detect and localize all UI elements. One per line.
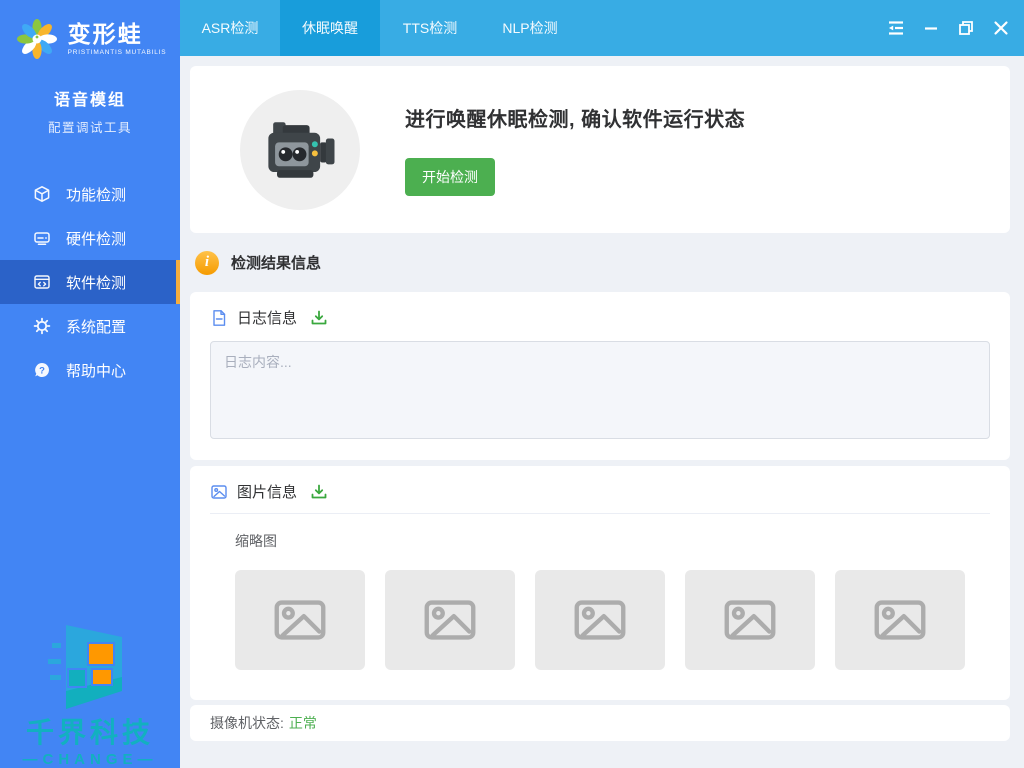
avatar [240,90,360,210]
tab-label: TTS检测 [403,18,457,38]
close-icon [992,19,1010,37]
tabs: ASR检测 休眠唤醒 TTS检测 NLP检测 [180,0,580,56]
log-content-textarea[interactable] [210,341,990,439]
image-placeholder-icon [719,589,781,651]
close-button[interactable] [991,18,1011,38]
result-section-header: i 检测结果信息 [190,233,1010,292]
sidebar-item-help-center[interactable]: ? 帮助中心 [0,348,180,392]
movie-camera-icon [254,104,346,196]
sidebar-item-label: 系统配置 [66,316,126,337]
module-name: 语音模组 [0,86,180,110]
thumbnail-label: 缩略图 [235,531,990,551]
camera-status-card: 摄像机状态: 正常 [190,705,1010,741]
maximize-restore-icon [957,19,975,37]
collapse-menu-icon [886,18,906,38]
company-watermark: 千界科技 —CHANGE— [0,621,180,768]
sidebar-item-label: 功能检测 [66,184,126,205]
info-icon: i [195,251,219,275]
maximize-button[interactable] [956,18,976,38]
gear-icon [33,317,51,335]
sidebar-item-label: 硬件检测 [66,228,126,249]
log-card-title: 日志信息 [237,307,297,328]
camera-status-label: 摄像机状态: [210,713,284,733]
module-title: 语音模组 配置调试工具 [0,86,180,136]
content: 进行唤醒休眠检测, 确认软件运行状态 开始检测 i 检测结果信息 [180,56,1024,768]
thumbnail-placeholder[interactable] [835,570,965,670]
hero-title: 进行唤醒休眠检测, 确认软件运行状态 [405,103,745,132]
collapse-menu-button[interactable] [886,18,906,38]
image-placeholder-icon [419,589,481,651]
thumbnail-placeholder[interactable] [535,570,665,670]
minimize-button[interactable] [921,18,941,38]
code-window-icon [33,273,51,291]
top-tab-bar: ASR检测 休眠唤醒 TTS检测 NLP检测 [180,0,1024,56]
flag-logo-icon [36,621,144,718]
module-subtitle: 配置调试工具 [0,117,180,136]
thumbnail-placeholder[interactable] [235,570,365,670]
hardware-icon [33,229,51,247]
tab-tts-check[interactable]: TTS检测 [380,0,480,56]
image-card-header: 图片信息 [210,481,990,502]
app-window: 变形蛙 PRISTIMANTIS MUTABILIS 语音模组 配置调试工具 功… [0,0,1024,768]
image-placeholder-icon [569,589,631,651]
frog-flower-logo-icon [14,16,60,62]
start-detection-button[interactable]: 开始检测 [405,158,495,196]
download-log-icon[interactable] [310,309,328,327]
tab-nlp-check[interactable]: NLP检测 [480,0,580,56]
tab-sleep-wake[interactable]: 休眠唤醒 [280,0,380,56]
brand-name: 变形蛙 [68,23,167,46]
sidebar-item-function-check[interactable]: 功能检测 [0,172,180,216]
hero-body: 进行唤醒休眠检测, 确认软件运行状态 开始检测 [405,103,745,196]
tab-label: 休眠唤醒 [302,18,358,38]
tab-label: NLP检测 [502,18,557,38]
thumbnail-row [235,570,990,670]
help-bubble-icon: ? [33,361,51,379]
log-card-header: 日志信息 [210,307,990,328]
image-placeholder-icon [269,589,331,651]
detection-hero-card: 进行唤醒休眠检测, 确认软件运行状态 开始检测 [190,66,1010,233]
section-title: 检测结果信息 [231,252,321,273]
watermark-subtitle: —CHANGE— [0,751,180,768]
download-images-icon[interactable] [310,483,328,501]
thumbnail-placeholder[interactable] [685,570,815,670]
svg-text:?: ? [39,365,45,376]
image-placeholder-icon [869,589,931,651]
camera-status-value: 正常 [289,713,317,733]
watermark-name: 千界科技 [0,718,180,749]
sidebar-item-label: 软件检测 [66,272,126,293]
image-info-card: 图片信息 缩略图 [190,466,1010,700]
main-area: ASR检测 休眠唤醒 TTS检测 NLP检测 [180,0,1024,768]
brand: 变形蛙 PRISTIMANTIS MUTABILIS [0,0,180,62]
picture-icon [210,483,228,501]
divider [210,513,990,514]
sidebar-item-system-config[interactable]: 系统配置 [0,304,180,348]
minimize-icon [922,19,940,37]
thumbnail-placeholder[interactable] [385,570,515,670]
sidebar: 变形蛙 PRISTIMANTIS MUTABILIS 语音模组 配置调试工具 功… [0,0,180,768]
sidebar-item-hardware-check[interactable]: 硬件检测 [0,216,180,260]
window-controls [886,0,1024,56]
sidebar-item-label: 帮助中心 [66,360,126,381]
document-icon [210,309,228,327]
log-info-card: 日志信息 [190,292,1010,460]
brand-subtitle: PRISTIMANTIS MUTABILIS [68,49,167,56]
tab-label: ASR检测 [202,18,259,38]
sidebar-item-software-check[interactable]: 软件检测 [0,260,180,304]
sidebar-menu: 功能检测 硬件检测 [0,172,180,392]
cube-icon [33,185,51,203]
image-card-title: 图片信息 [237,481,297,502]
tab-asr-check[interactable]: ASR检测 [180,0,280,56]
